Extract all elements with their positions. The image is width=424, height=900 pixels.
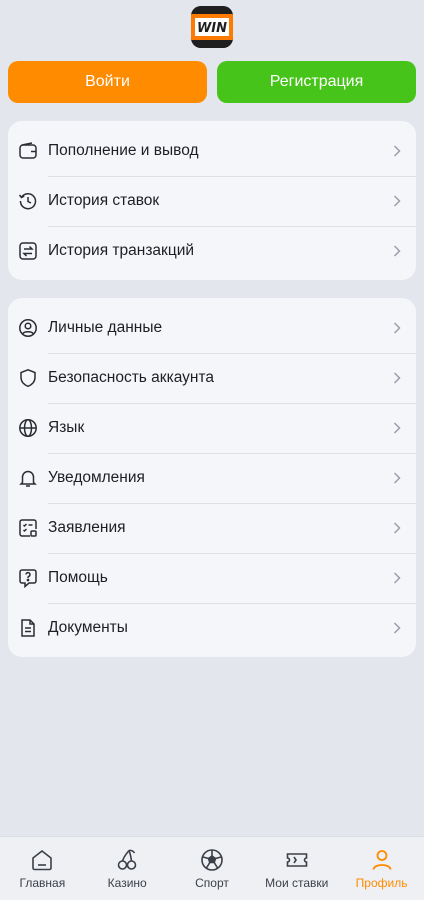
menu-item-label: История ставок bbox=[48, 192, 160, 209]
menu-item-label: Пополнение и вывод bbox=[48, 142, 199, 159]
nav-label: Спорт bbox=[195, 876, 229, 890]
menu-item-transaction-history[interactable]: История транзакций bbox=[8, 226, 416, 276]
chevron-right-icon bbox=[392, 571, 402, 585]
menu-item-label: Заявления bbox=[48, 519, 126, 536]
history-icon bbox=[18, 191, 38, 211]
profile-icon bbox=[369, 847, 395, 873]
menu-item-notifications[interactable]: Уведомления bbox=[8, 453, 416, 503]
menu-item-label: Безопасность аккаунта bbox=[48, 369, 215, 386]
shield-icon bbox=[18, 368, 38, 388]
menu-item-deposit-withdraw[interactable]: Пополнение и вывод bbox=[8, 126, 416, 176]
menu-item-documents[interactable]: Документы bbox=[8, 603, 416, 653]
chevron-right-icon bbox=[392, 321, 402, 335]
register-button[interactable]: Регистрация bbox=[217, 61, 416, 103]
nav-label: Казино bbox=[107, 876, 147, 890]
chevron-right-icon bbox=[392, 371, 402, 385]
menu-item-label: История транзакций bbox=[48, 242, 195, 259]
menu-item-help[interactable]: Помощь bbox=[8, 553, 416, 603]
chevron-right-icon bbox=[392, 194, 402, 208]
app-logo[interactable]: WIN bbox=[191, 6, 233, 48]
chevron-right-icon bbox=[392, 421, 402, 435]
auth-buttons: Войти Регистрация bbox=[8, 61, 416, 103]
nav-tab-my-bets[interactable]: Мои ставки bbox=[254, 837, 339, 900]
user-icon bbox=[18, 318, 38, 338]
menu-item-personal-data[interactable]: Личные данные bbox=[8, 303, 416, 353]
nav-tab-profile[interactable]: Профиль bbox=[339, 837, 424, 900]
nav-label: Мои ставки bbox=[265, 876, 329, 890]
menu-item-label: Уведомления bbox=[48, 469, 145, 486]
nav-tab-sport[interactable]: Спорт bbox=[170, 837, 255, 900]
ticket-icon bbox=[284, 847, 310, 873]
menu-item-applications[interactable]: Заявления bbox=[8, 503, 416, 553]
home-icon bbox=[29, 847, 55, 873]
applications-icon bbox=[18, 518, 38, 538]
chevron-right-icon bbox=[392, 144, 402, 158]
bell-icon bbox=[18, 468, 38, 488]
menu-item-account-security[interactable]: Безопасность аккаунта bbox=[8, 353, 416, 403]
help-icon bbox=[18, 568, 38, 588]
menu-item-bet-history[interactable]: История ставок bbox=[8, 176, 416, 226]
chevron-right-icon bbox=[392, 621, 402, 635]
profile-page: WIN Войти Регистрация Пополнение и вывод… bbox=[0, 0, 424, 900]
wallet-icon bbox=[18, 141, 38, 161]
logo-graphic: WIN bbox=[191, 6, 233, 48]
nav-tab-casino[interactable]: Казино bbox=[85, 837, 170, 900]
cherries-icon bbox=[114, 847, 140, 873]
nav-tab-home[interactable]: Главная bbox=[0, 837, 85, 900]
menu-item-label: Язык bbox=[48, 419, 85, 436]
account-menu-card: Личные данные Безопасность аккаунта Язык… bbox=[8, 298, 416, 657]
chevron-right-icon bbox=[392, 471, 402, 485]
menu-item-label: Документы bbox=[48, 619, 128, 636]
chevron-right-icon bbox=[392, 521, 402, 535]
menu-item-language[interactable]: Язык bbox=[8, 403, 416, 453]
bottom-navigation: Главная Казино Спорт Мои ставки Профиль bbox=[0, 836, 424, 900]
nav-label: Профиль bbox=[355, 876, 408, 890]
transactions-icon bbox=[18, 241, 38, 261]
menu-item-label: Личные данные bbox=[48, 319, 163, 336]
chevron-right-icon bbox=[392, 244, 402, 258]
login-button[interactable]: Войти bbox=[8, 61, 207, 103]
nav-label: Главная bbox=[19, 876, 66, 890]
soccer-ball-icon bbox=[199, 847, 225, 873]
finance-menu-card: Пополнение и вывод История ставок Истори… bbox=[8, 121, 416, 280]
document-icon bbox=[18, 618, 38, 638]
logo-text: WIN bbox=[197, 21, 227, 36]
globe-icon bbox=[18, 418, 38, 438]
menu-item-label: Помощь bbox=[48, 569, 108, 586]
